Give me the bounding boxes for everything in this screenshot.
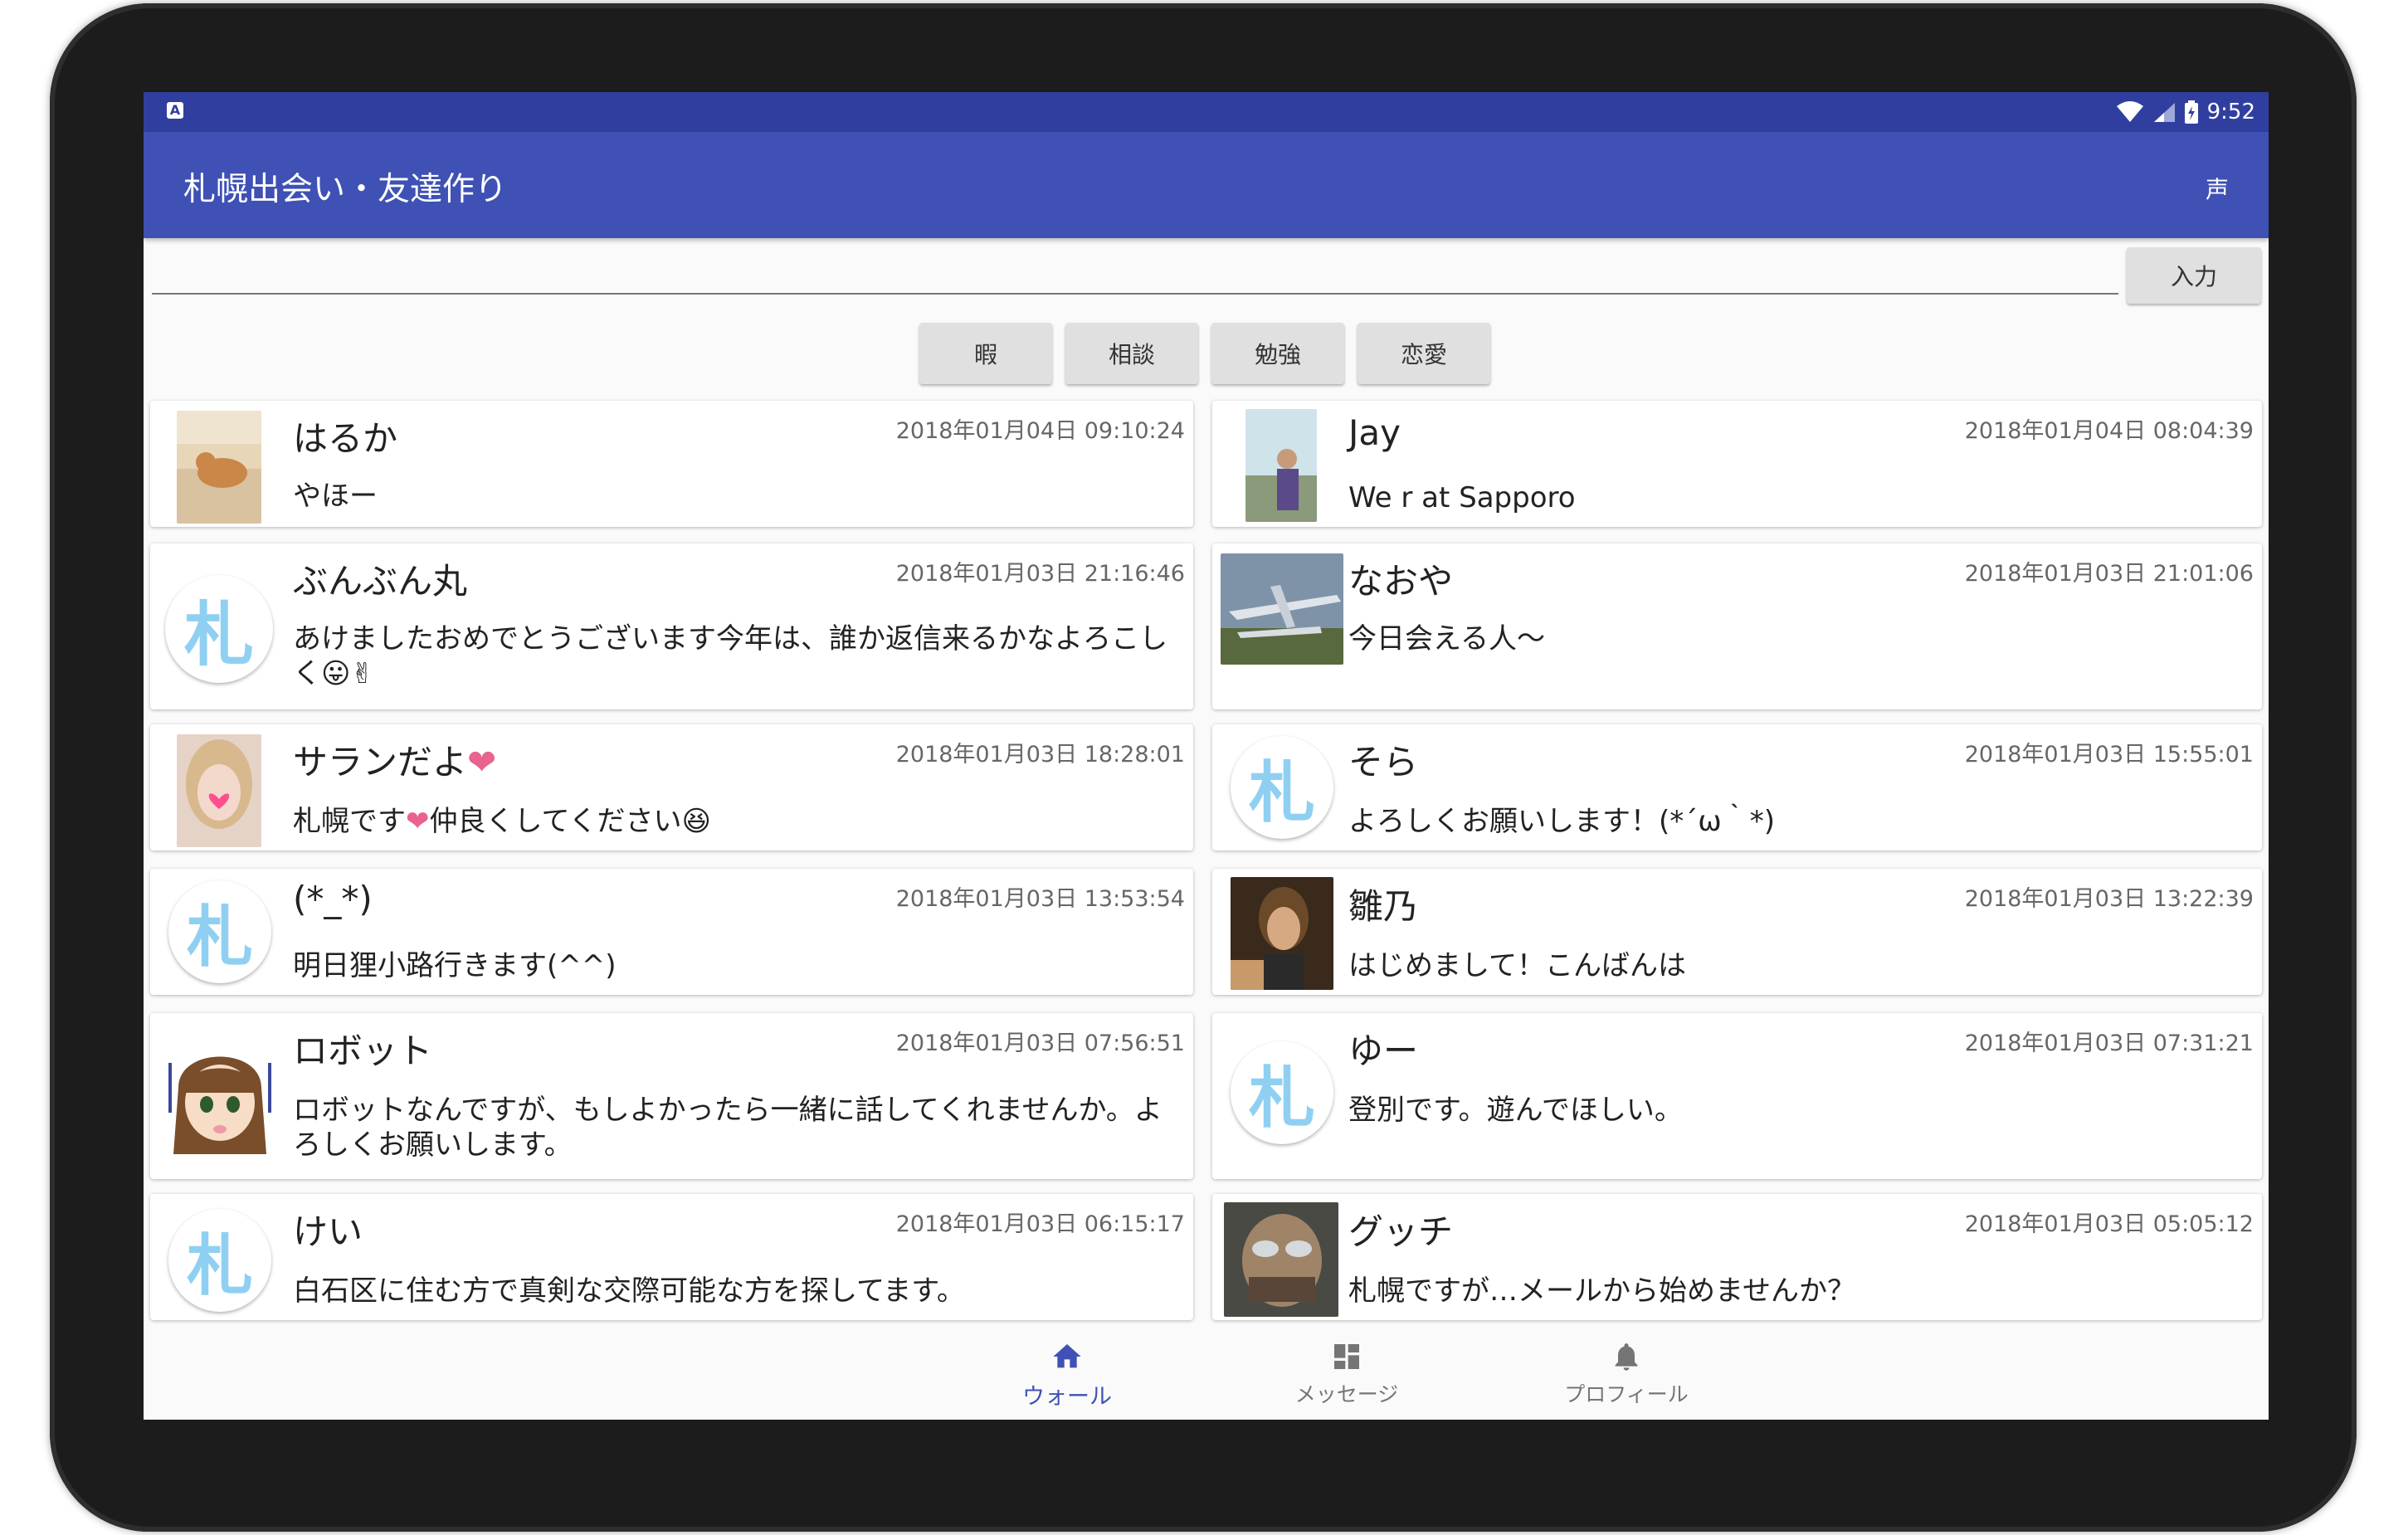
- post-author: 雛乃: [1348, 886, 1419, 927]
- notification-icon: A: [167, 102, 183, 119]
- post-author: サランだよ❤: [293, 742, 497, 782]
- post-message: 札幌です❤仲良くしてください😆: [293, 805, 711, 838]
- post-card[interactable]: 札 そら 2018年01月03日 15:55:01 よろしくお願いします！(*´…: [1212, 724, 2262, 850]
- post-message: ロボットなんですが、もしよかったら一緒に話してくれませんか。よろしくお願いします…: [293, 1094, 1163, 1162]
- avatar: [1224, 1202, 1338, 1317]
- post-message: はじめまして！こんばんは: [1348, 949, 1686, 982]
- app-title: 札幌出会い・友達作り: [183, 171, 508, 208]
- post-input[interactable]: [152, 250, 2118, 295]
- nav-profile[interactable]: プロフィール: [1543, 1327, 1709, 1420]
- home-icon: [1053, 1344, 1081, 1368]
- post-card[interactable]: 札 けい 2018年01月03日 06:15:17 白石区に住む方で真剣な交際可…: [150, 1194, 1193, 1320]
- post-author: はるか: [293, 418, 398, 459]
- nav-label: プロフィール: [1564, 1382, 1689, 1406]
- status-bar: A 9:52: [144, 92, 2269, 132]
- post-message: 白石区に住む方で真剣な交際可能な方を探してます。: [293, 1274, 965, 1308]
- category-button-benkyou[interactable]: 勉強: [1211, 323, 1344, 384]
- dashboard-icon: [1334, 1344, 1359, 1369]
- post-message: We r at Sapporo: [1348, 481, 1576, 514]
- default-avatar: 札: [1231, 736, 1333, 839]
- app-screen: A 9:52 札幌出会い・友達作り 声 入力 暇 相談 勉強 恋愛 はるか 20…: [144, 92, 2269, 1420]
- post-message: 明日狸小路行きます(^^): [293, 949, 617, 982]
- nav-label: ウォール: [1022, 1384, 1112, 1410]
- nav-wall[interactable]: ウォール: [984, 1327, 1150, 1420]
- avatar: [1221, 553, 1343, 665]
- voice-button[interactable]: 声: [2199, 167, 2235, 210]
- post-time: 2018年01月03日 13:53:54: [895, 886, 1185, 912]
- post-time: 2018年01月03日 15:55:01: [1964, 742, 2254, 768]
- heart-icon: ❤: [467, 742, 497, 782]
- app-bar: 札幌出会い・友達作り 声: [144, 132, 2269, 238]
- signal-icon: [2153, 103, 2175, 122]
- post-time: 2018年01月03日 13:22:39: [1964, 886, 2254, 912]
- category-button-soudan[interactable]: 相談: [1065, 323, 1198, 384]
- avatar: [177, 411, 261, 524]
- post-card[interactable]: ロボット 2018年01月03日 07:56:51 ロボットなんですが、もしよか…: [150, 1013, 1193, 1179]
- default-avatar: 札: [165, 575, 273, 683]
- default-avatar: 札: [168, 880, 271, 983]
- post-message: 今日会える人〜: [1348, 622, 1545, 655]
- post-time: 2018年01月03日 06:15:17: [895, 1211, 1185, 1237]
- post-card[interactable]: 札 ゆー 2018年01月03日 07:31:21 登別です。遊んでほしい。: [1212, 1013, 2262, 1179]
- default-avatar: 札: [168, 1209, 271, 1312]
- post-author: ロボット: [293, 1031, 433, 1071]
- heart-icon: ❤: [406, 805, 430, 838]
- post-author: けい: [293, 1211, 363, 1252]
- default-avatar: 札: [1231, 1041, 1333, 1144]
- nav-messages[interactable]: メッセージ: [1264, 1327, 1430, 1420]
- avatar: [177, 734, 261, 847]
- post-time: 2018年01月03日 07:31:21: [1964, 1031, 2254, 1056]
- post-time: 2018年01月03日 07:56:51: [895, 1031, 1185, 1056]
- post-message: 札幌ですが…メールから始めませんか？: [1348, 1274, 1855, 1308]
- post-time: 2018年01月04日 08:04:39: [1964, 418, 2254, 444]
- post-card[interactable]: 札 ぶんぶん丸 2018年01月03日 21:16:46 あけましたおめでとうご…: [150, 543, 1193, 709]
- post-card[interactable]: Jay 2018年01月04日 08:04:39 We r at Sapporo: [1212, 401, 2262, 527]
- post-author: なおや: [1348, 561, 1454, 602]
- post-author: ぶんぶん丸: [293, 561, 468, 602]
- post-time: 2018年01月03日 21:01:06: [1964, 561, 2254, 587]
- post-time: 2018年01月04日 09:10:24: [895, 418, 1185, 444]
- avatar: [160, 1038, 280, 1157]
- post-card[interactable]: グッチ 2018年01月03日 05:05:12 札幌ですが…メールから始めませ…: [1212, 1194, 2262, 1320]
- post-card[interactable]: 札 (*_*) 2018年01月03日 13:53:54 明日狸小路行きます(^…: [150, 869, 1193, 995]
- post-message: よろしくお願いします！(*´ω｀*): [1348, 805, 1776, 838]
- post-author: ゆー: [1348, 1031, 1419, 1071]
- post-time: 2018年01月03日 18:28:01: [895, 742, 1185, 768]
- bottom-navigation: ウォール メッセージ プロフィール: [144, 1327, 2269, 1420]
- post-card[interactable]: 雛乃 2018年01月03日 13:22:39 はじめまして！こんばんは: [1212, 869, 2262, 995]
- post-author: グッチ: [1348, 1211, 1454, 1252]
- avatar: [1245, 409, 1317, 522]
- post-card[interactable]: なおや 2018年01月03日 21:01:06 今日会える人〜: [1212, 543, 2262, 709]
- post-time: 2018年01月03日 05:05:12: [1964, 1211, 2254, 1237]
- post-author: (*_*): [293, 879, 373, 919]
- post-time: 2018年01月03日 21:16:46: [895, 561, 1185, 587]
- category-button-renai[interactable]: 恋愛: [1358, 323, 1490, 384]
- submit-button[interactable]: 入力: [2127, 247, 2261, 304]
- category-button-hima[interactable]: 暇: [919, 323, 1052, 384]
- wifi-icon: [2116, 101, 2143, 122]
- post-card[interactable]: はるか 2018年01月04日 09:10:24 やほー: [150, 401, 1193, 527]
- bell-icon: [1615, 1343, 1638, 1371]
- post-card[interactable]: サランだよ❤ 2018年01月03日 18:28:01 札幌です❤仲良くしてくだ…: [150, 724, 1193, 850]
- post-message: 登別です。遊んでほしい。: [1348, 1094, 1683, 1127]
- post-message: あけましたおめでとうございます今年は、誰か返信来るかなよろこしく😛✌: [293, 622, 1167, 690]
- status-time: 9:52: [2206, 100, 2255, 124]
- avatar: [1231, 877, 1333, 990]
- post-author: Jay: [1348, 412, 1401, 453]
- post-author: そら: [1348, 742, 1419, 782]
- nav-label: メッセージ: [1294, 1382, 1399, 1406]
- battery-icon: [2184, 100, 2198, 124]
- post-message: やほー: [293, 480, 378, 513]
